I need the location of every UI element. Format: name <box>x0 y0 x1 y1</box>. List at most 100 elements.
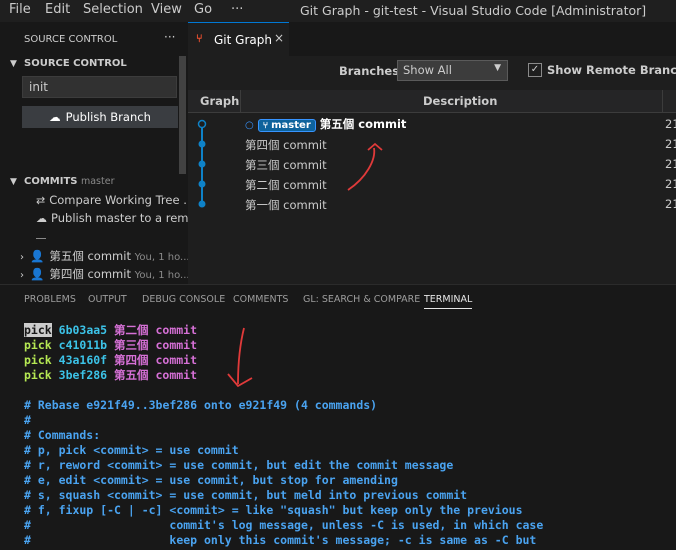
commit-row[interactable]: 第三個 commit <box>245 157 327 173</box>
terminal-comment: # Rebase e921f49..3bef286 onto e921f49 (… <box>24 398 378 412</box>
tab-comments[interactable]: COMMENTS <box>233 294 288 305</box>
chevron-down-icon[interactable]: ▼ <box>10 59 17 69</box>
terminal-comment: # p, pick <commit> = use commit <box>24 443 239 457</box>
history-meta: You, 1 ho... <box>134 270 190 281</box>
column-description[interactable]: Description <box>423 94 497 108</box>
more-actions-icon[interactable]: ··· <box>164 30 175 44</box>
terminal[interactable]: pick 6b03aa5 第二個 commit pick c41011b 第三個… <box>0 314 676 550</box>
terminal-comment: # s, squash <commit> = use commit, but m… <box>24 488 468 502</box>
commit-date: 21 <box>665 137 676 151</box>
branch-name: master <box>271 120 311 131</box>
commit-node <box>198 200 206 208</box>
menu-edit[interactable]: Edit <box>45 2 70 17</box>
cloud-upload-icon: ☁ <box>36 212 47 225</box>
divider <box>36 238 46 239</box>
terminal-comment: # keep only this commit's message; -c is… <box>24 533 537 547</box>
pick-command: pick <box>24 323 52 337</box>
cloud-upload-icon: ☁ <box>49 110 61 124</box>
show-remote-checkbox[interactable]: ✓ <box>528 63 542 77</box>
tab-gl-search-compare[interactable]: GL: SEARCH & COMPARE <box>303 294 420 305</box>
commit-row[interactable]: ○ ⑂ master 第五個 commit <box>245 116 406 132</box>
commit-message: 第二個 commit <box>245 178 327 192</box>
commit-date: 21 <box>665 117 676 131</box>
menu-more[interactable]: ··· <box>231 2 243 17</box>
annotation-arrow <box>347 142 383 191</box>
tab-problems[interactable]: PROBLEMS <box>24 294 76 305</box>
commit-message: 第五個 commit <box>319 117 407 131</box>
commit-node <box>198 160 206 168</box>
publish-remote-item[interactable]: ☁ Publish master to a rem... <box>36 211 199 225</box>
commit-date: 21 <box>665 177 676 191</box>
terminal-comment: # Commands: <box>24 428 101 442</box>
menu-file[interactable]: File <box>9 2 31 17</box>
graph-table-header: Graph Description <box>188 90 676 113</box>
chevron-right-icon: › <box>20 252 24 263</box>
commit-message: 第一個 commit <box>245 198 327 212</box>
commit-date: 21 <box>665 157 676 171</box>
git-graph-icon: ⑂ <box>196 32 203 45</box>
menu-view[interactable]: View <box>151 2 182 17</box>
menu-go[interactable]: Go <box>194 2 212 17</box>
show-remote-label[interactable]: Show Remote Branches <box>547 63 676 77</box>
tab-git-graph[interactable]: ⑂ Git Graph × <box>188 22 289 56</box>
commit-hash: 43a160f <box>58 353 108 367</box>
user-icon: 👤 <box>30 267 45 281</box>
tab-terminal[interactable]: TERMINAL <box>424 294 473 309</box>
history-label: 第五個 commit <box>49 249 131 263</box>
branches-select-value: Show All <box>403 63 452 77</box>
commit-date: 21 <box>665 197 676 211</box>
column-graph[interactable]: Graph <box>200 94 239 108</box>
commit-node <box>198 140 206 148</box>
branch-label-master[interactable]: ⑂ master <box>257 119 316 132</box>
editor-tab-bar: ⑂ Git Graph × <box>188 22 676 56</box>
chevron-down-icon[interactable]: ▼ <box>10 177 17 187</box>
commit-row[interactable]: 第一個 commit <box>245 197 327 213</box>
commit-node <box>198 180 206 188</box>
terminal-comment: # <box>24 413 31 427</box>
tab-debug-console[interactable]: DEBUG CONSOLE <box>142 294 225 305</box>
pick-command: pick <box>24 353 52 367</box>
tab-label: Git Graph <box>214 33 272 47</box>
pick-command: pick <box>24 338 52 352</box>
commit-hash: 6b03aa5 <box>58 323 108 337</box>
commit-hash: 3bef286 <box>58 368 108 382</box>
section-commits[interactable]: COMMITS master <box>24 176 115 187</box>
terminal-comment: # r, reword <commit> = use commit, but e… <box>24 458 454 472</box>
rebase-line: pick 43a160f 第四個 commit <box>24 352 197 368</box>
annotation-arrow <box>227 327 253 388</box>
compare-icon: ⇄ <box>36 194 46 207</box>
terminal-comment: # e, edit <commit> = use commit, but sto… <box>24 473 398 487</box>
close-icon[interactable]: × <box>274 31 284 45</box>
branches-select[interactable]: Show All ▼ <box>397 60 508 81</box>
commits-branch: master <box>80 176 115 187</box>
history-item[interactable]: › 👤 第五個 commit You, 1 ho... <box>20 248 190 264</box>
commit-hash: c41011b <box>58 338 108 352</box>
tab-output[interactable]: OUTPUT <box>88 294 127 305</box>
commit-message: 第四個 commit <box>245 138 327 152</box>
history-label: 第四個 commit <box>49 267 131 281</box>
commit-message: 第三個 commit <box>245 158 327 172</box>
history-item[interactable]: › 👤 第四個 commit You, 1 ho... <box>20 266 190 282</box>
section-source-control[interactable]: SOURCE CONTROL <box>24 58 127 69</box>
menu-selection[interactable]: Selection <box>83 2 143 17</box>
rebase-line: pick c41011b 第三個 commit <box>24 337 197 353</box>
item-label: Publish master to a rem... <box>51 211 200 225</box>
terminal-comment: # f, fixup [-C | -c] <commit> = like "sq… <box>24 503 523 517</box>
graph-lines <box>197 119 207 208</box>
rebase-line: pick 3bef286 第五個 commit <box>24 367 197 383</box>
pick-command: pick <box>24 368 52 382</box>
commit-row[interactable]: 第二個 commit <box>245 177 327 193</box>
head-commit-node <box>197 119 207 129</box>
chevron-right-icon: › <box>20 270 24 281</box>
commit-message-input[interactable]: init <box>22 76 177 98</box>
sidebar-scrollbar[interactable] <box>179 56 186 174</box>
source-control-sidebar: SOURCE CONTROL ··· ▼ SOURCE CONTROL init… <box>0 22 199 284</box>
commit-row[interactable]: 第四個 commit <box>245 137 327 153</box>
publish-branch-button[interactable]: ☁ Publish Branch <box>22 106 178 128</box>
compare-working-tree-item[interactable]: ⇄ Compare Working Tree ... <box>36 193 194 207</box>
column-divider[interactable] <box>240 90 241 112</box>
chevron-down-icon: ▼ <box>494 63 501 73</box>
column-divider[interactable] <box>662 90 663 112</box>
window-title: Git Graph - git-test - Visual Studio Cod… <box>300 3 647 18</box>
branches-label: Branches: <box>339 64 404 78</box>
